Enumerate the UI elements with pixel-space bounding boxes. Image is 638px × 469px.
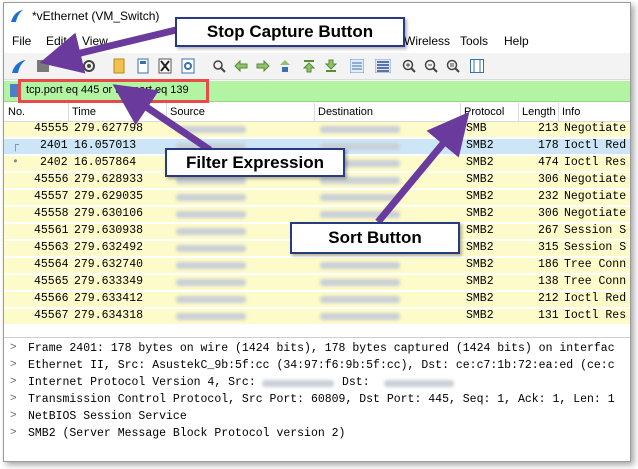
stop-capture-icon[interactable]	[34, 57, 52, 75]
redacted-dst-ip	[384, 380, 454, 387]
redacted-destination	[320, 126, 400, 133]
redacted-destination	[320, 313, 400, 320]
expand-chevron-icon[interactable]: >	[10, 376, 17, 388]
filter-highlight-box	[18, 79, 209, 103]
packet-row[interactable]: 45555 279.627798 SMB 213 Negotiate	[4, 122, 630, 137]
resize-columns-icon[interactable]	[468, 57, 486, 75]
capture-options-gear-icon[interactable]	[80, 57, 98, 75]
detail-tree-item[interactable]: > Internet Protocol Version 4, Src: Dst:	[4, 376, 630, 392]
column-length[interactable]: Length	[522, 106, 556, 118]
filter-expression-callout: Filter Expression	[165, 148, 345, 177]
redacted-src-ip	[262, 380, 334, 387]
main-toolbar	[4, 53, 630, 80]
column-divider	[314, 103, 315, 121]
redacted-destination	[320, 296, 400, 303]
go-to-packet-icon[interactable]	[276, 57, 294, 75]
column-divider	[68, 103, 69, 121]
redacted-source	[176, 296, 246, 303]
redacted-source	[176, 177, 246, 184]
detail-tree-item[interactable]: > Ethernet II, Src: AsustekC_9b:5f:cc (3…	[4, 359, 630, 375]
normal-size-icon[interactable]	[444, 57, 462, 75]
detail-tree-item[interactable]: > SMB2 (Server Message Block Protocol ve…	[4, 427, 630, 443]
expand-chevron-icon[interactable]: >	[10, 342, 17, 354]
redacted-destination	[320, 262, 400, 269]
column-divider	[166, 103, 167, 121]
column-info[interactable]: Info	[562, 106, 580, 118]
menu-edit[interactable]: Edit	[46, 34, 67, 48]
stop-capture-callout: Stop Capture Button	[175, 17, 405, 47]
packet-row[interactable]: 45557 279.629035 SMB2 232 Negotiate	[4, 190, 630, 205]
packet-list-header: No. Time Source Destination Protocol Len…	[4, 103, 630, 122]
redacted-source	[176, 228, 246, 235]
find-packet-icon[interactable]	[210, 57, 228, 75]
column-destination[interactable]: Destination	[318, 106, 373, 118]
expand-chevron-icon[interactable]: >	[10, 359, 17, 371]
reload-file-icon[interactable]	[179, 57, 197, 75]
detail-tree-item[interactable]: > NetBIOS Session Service	[4, 410, 630, 426]
redacted-source	[176, 245, 246, 252]
redacted-destination	[320, 177, 400, 184]
redacted-destination	[320, 279, 400, 286]
menu-view[interactable]: View	[82, 34, 108, 48]
packet-details-pane: > Frame 2401: 178 bytes on wire (1424 bi…	[4, 337, 630, 461]
column-protocol[interactable]: Protocol	[464, 106, 504, 118]
packet-row[interactable]: 45565 279.633349 SMB2 138 Tree Conn	[4, 275, 630, 290]
first-packet-icon[interactable]	[300, 57, 318, 75]
detail-tree-item[interactable]: > Frame 2401: 178 bytes on wire (1424 bi…	[4, 342, 630, 358]
menu-help[interactable]: Help	[504, 34, 529, 48]
save-file-icon[interactable]	[134, 57, 152, 75]
column-no[interactable]: No.	[8, 106, 25, 118]
zoom-in-icon[interactable]	[400, 57, 418, 75]
packet-row[interactable]: 45558 279.630106 SMB2 306 Negotiate	[4, 207, 630, 222]
go-forward-icon[interactable]	[254, 57, 272, 75]
redacted-source	[176, 194, 246, 201]
column-divider	[460, 103, 461, 121]
redacted-destination	[320, 211, 400, 218]
packet-row[interactable]: 45564 279.632740 SMB2 186 Tree Conn	[4, 258, 630, 273]
menu-wireless[interactable]: Wireless	[404, 34, 450, 48]
window-title: *vEthernet (VM_Switch)	[32, 9, 160, 23]
expand-chevron-icon[interactable]: >	[10, 410, 17, 422]
column-source[interactable]: Source	[170, 106, 205, 118]
redacted-source	[176, 262, 246, 269]
conversation-bracket-icon: ┌	[12, 139, 19, 152]
redacted-source	[176, 126, 246, 133]
sort-button-callout: Sort Button	[290, 222, 460, 254]
column-time[interactable]: Time	[72, 106, 96, 118]
expand-chevron-icon[interactable]: >	[10, 393, 17, 405]
open-file-icon[interactable]	[110, 57, 128, 75]
colorize-icon[interactable]	[374, 57, 392, 75]
packet-row[interactable]: 45567 279.634318 SMB2 131 Ioctl Res	[4, 309, 630, 324]
close-file-icon[interactable]	[156, 57, 174, 75]
menu-tools[interactable]: Tools	[460, 34, 488, 48]
column-divider	[558, 103, 559, 121]
column-divider	[518, 103, 519, 121]
expand-chevron-icon[interactable]: >	[10, 427, 17, 439]
last-packet-icon[interactable]	[322, 57, 340, 75]
start-capture-fin-icon[interactable]	[10, 57, 28, 75]
redacted-destination	[320, 194, 400, 201]
detail-tree-item[interactable]: > Transmission Control Protocol, Src Por…	[4, 393, 630, 409]
redacted-source	[176, 313, 246, 320]
go-back-icon[interactable]	[232, 57, 250, 75]
redacted-source	[176, 211, 246, 218]
auto-scroll-icon[interactable]	[348, 57, 366, 75]
conversation-bracket-icon: •	[12, 156, 19, 169]
packet-row[interactable]: 45566 279.633412 SMB2 212 Ioctl Red	[4, 292, 630, 307]
menu-file[interactable]: File	[12, 34, 31, 48]
redacted-source	[176, 279, 246, 286]
zoom-out-icon[interactable]	[422, 57, 440, 75]
wireshark-fin-icon	[11, 10, 23, 22]
